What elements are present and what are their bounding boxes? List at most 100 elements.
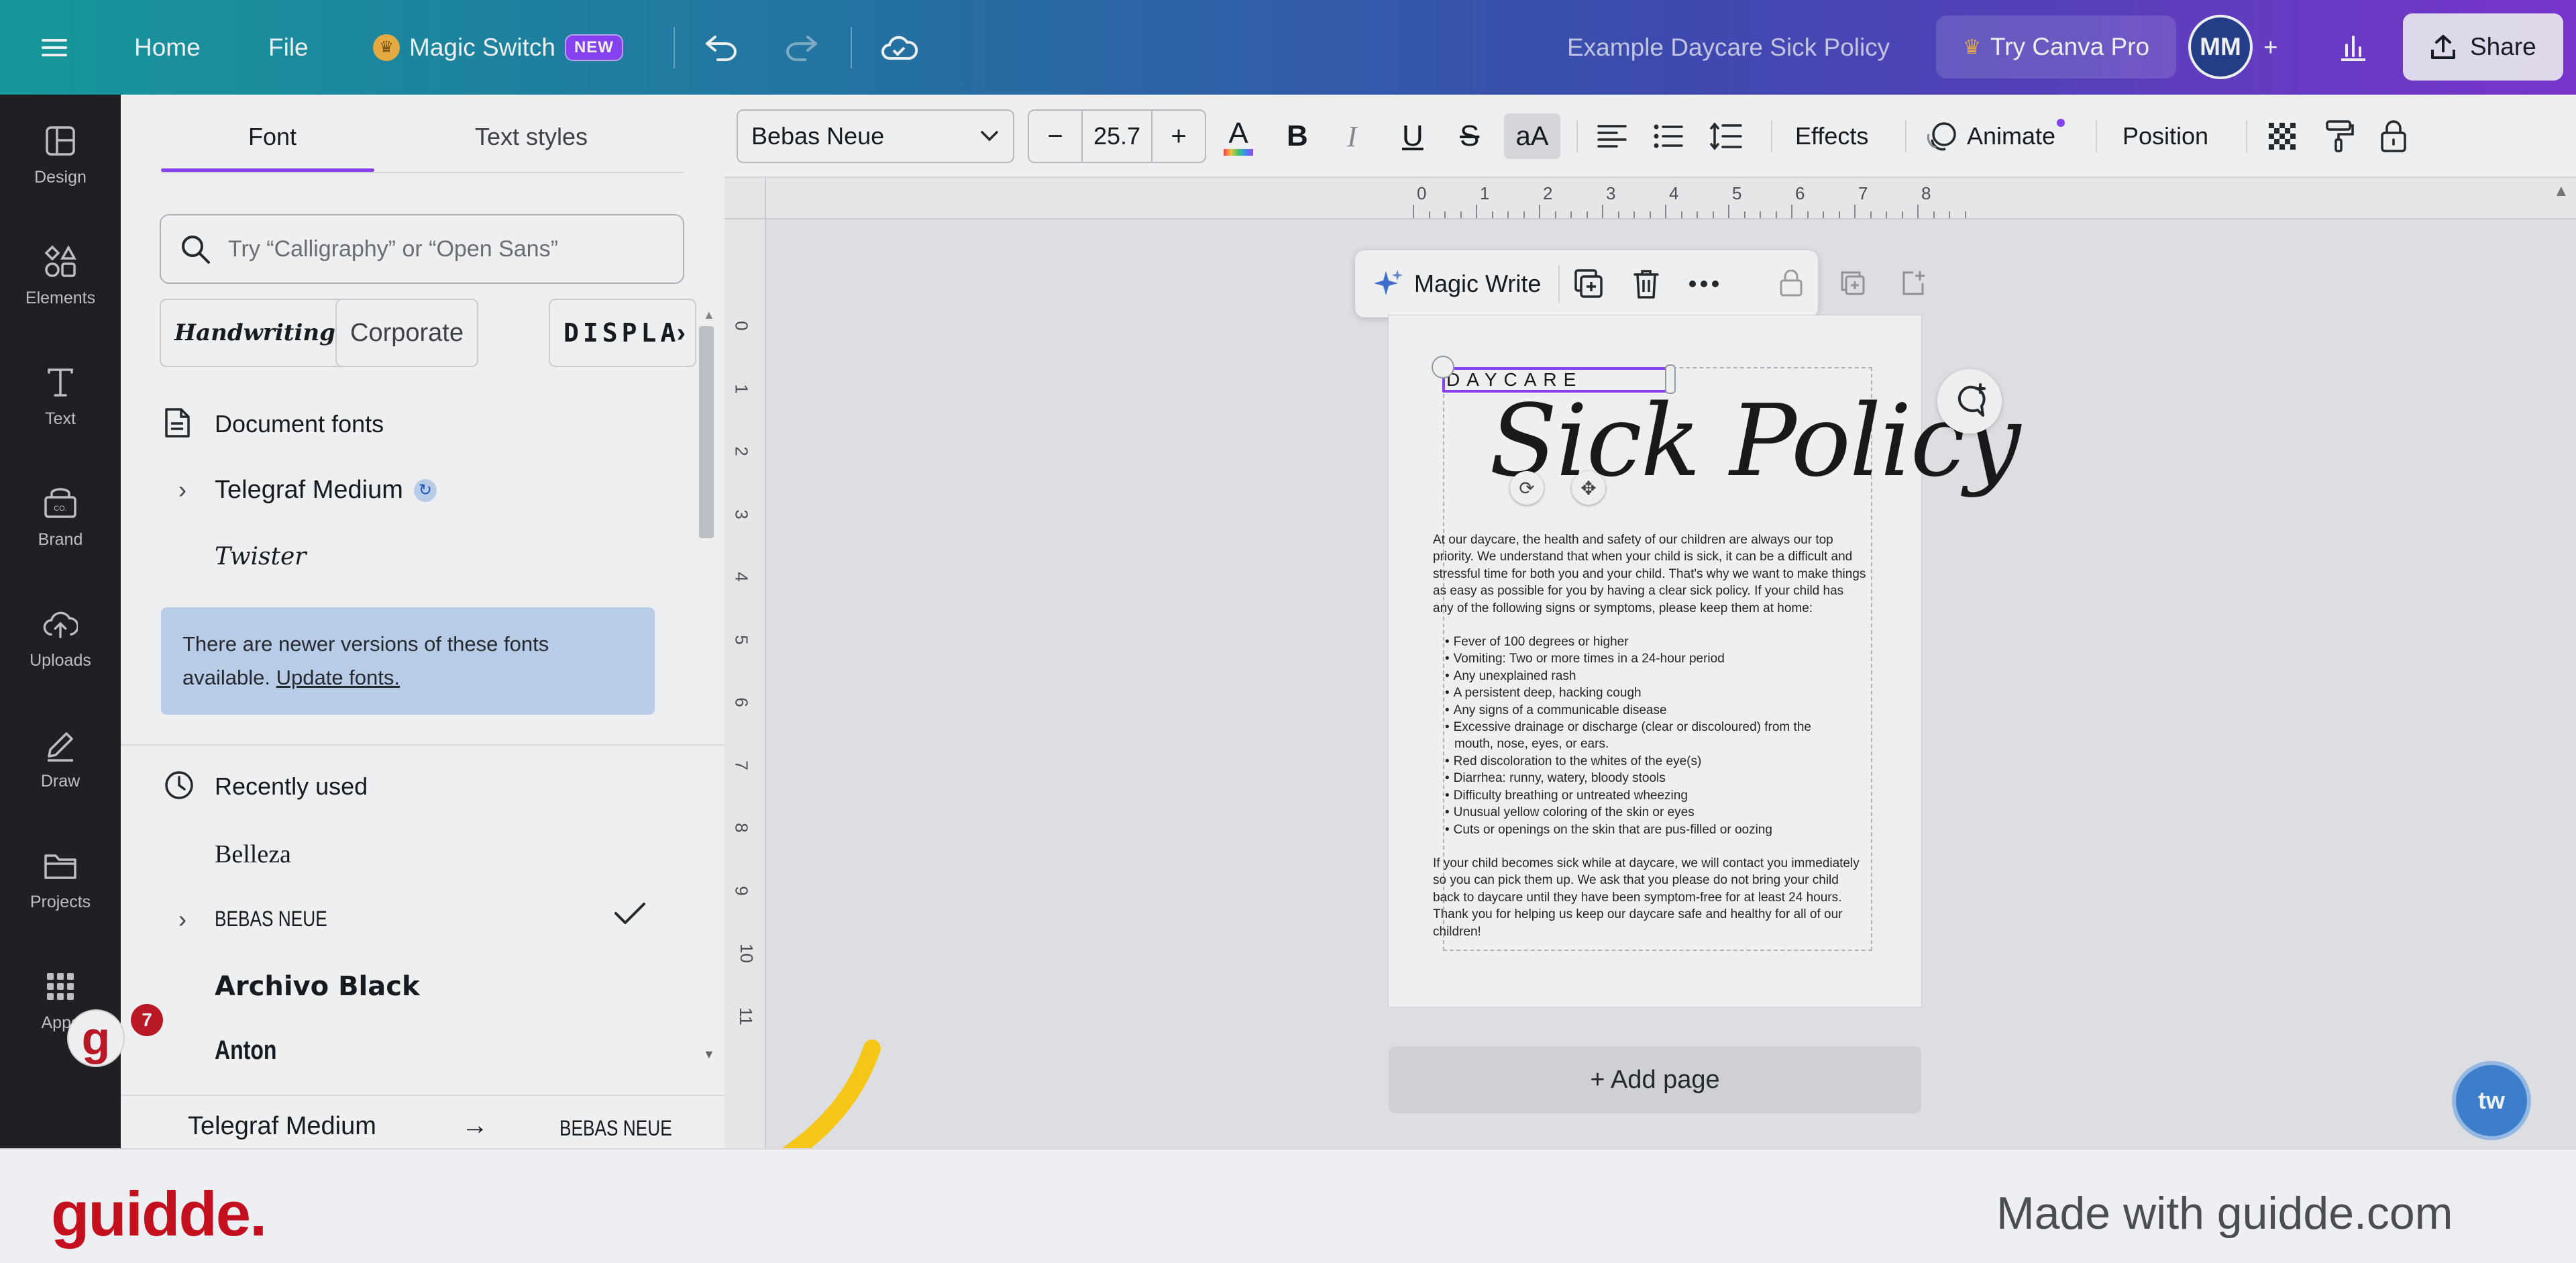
update-fonts-link[interactable]: Update fonts.: [276, 666, 400, 689]
font-item-belleza[interactable]: Belleza: [215, 840, 291, 869]
font-search-input[interactable]: Try “Calligraphy” or “Open Sans”: [160, 214, 684, 284]
decrease-size-button[interactable]: −: [1029, 111, 1081, 162]
chevron-right-icon[interactable]: ›: [178, 476, 186, 504]
list-item: Difficulty breathing or untreated wheezi…: [1445, 787, 1866, 804]
chevron-right-icon[interactable]: ›: [178, 905, 186, 933]
increase-size-button[interactable]: +: [1152, 111, 1205, 162]
rail-label: Projects: [30, 892, 91, 911]
nav-home[interactable]: Home: [134, 0, 201, 95]
chip-display[interactable]: DISPLA ›: [549, 299, 696, 367]
chevron-down-icon: [981, 131, 998, 142]
list-item: Diarrhea: runny, watery, bloody stools: [1445, 770, 1866, 787]
font-item-archivo-black[interactable]: Archivo Black: [215, 971, 420, 1002]
list-item: A persistent deep, hacking cough: [1445, 685, 1866, 701]
ruler-tick: [1665, 205, 1666, 218]
font-item-anton[interactable]: Anton: [215, 1035, 276, 1066]
trash-icon[interactable]: [1617, 268, 1675, 299]
guidde-avatar: g: [67, 1009, 125, 1067]
ruler-label: 3: [731, 509, 752, 519]
case-button[interactable]: aA: [1504, 113, 1560, 159]
chip-handwriting[interactable]: Handwriting: [160, 299, 350, 367]
font-item-telegraf[interactable]: Telegraf Medium ↻: [215, 476, 437, 505]
lock-icon[interactable]: [2380, 95, 2407, 178]
new-badge: NEW: [564, 34, 623, 61]
ruler-label: 2: [1543, 183, 1553, 203]
list-item: Excessive drainage or discharge (clear o…: [1445, 719, 1866, 736]
redo-icon[interactable]: [784, 0, 818, 95]
tab-text-styles[interactable]: Text styles: [475, 123, 588, 151]
avatar[interactable]: MM: [2188, 15, 2253, 79]
share-button[interactable]: Share: [2403, 13, 2563, 81]
folder-icon: [43, 848, 78, 883]
font-size-input[interactable]: 25.7: [1081, 111, 1152, 162]
menu-icon[interactable]: [42, 0, 79, 95]
rail-item-projects[interactable]: Projects: [0, 833, 121, 927]
add-page-button[interactable]: + Add page: [1389, 1046, 1921, 1113]
magic-write-button[interactable]: Magic Write: [1355, 250, 1558, 317]
add-comment-button[interactable]: [1937, 369, 2002, 434]
tab-font[interactable]: Font: [248, 123, 297, 151]
underline-button[interactable]: U: [1402, 95, 1424, 178]
ruler-vertical: 0 1 2 3 4 5 6 7 8 9 10 11: [724, 219, 766, 1148]
rail-item-draw[interactable]: Draw: [0, 712, 121, 806]
panel-scrollbar[interactable]: [699, 326, 714, 538]
divider: [674, 27, 675, 68]
scroll-up-icon[interactable]: ▲: [2553, 182, 2569, 201]
ruler-tick: [1444, 211, 1446, 218]
more-icon[interactable]: [1675, 280, 1733, 288]
chip-display-label: DISPLA: [564, 318, 680, 348]
ruler-tick: [1870, 211, 1872, 218]
duplicate-icon[interactable]: [1560, 268, 1617, 299]
duplicate-page-icon[interactable]: [1839, 270, 1866, 297]
spacing-icon[interactable]: [1709, 95, 1743, 178]
move-icon[interactable]: ✥: [1572, 471, 1605, 505]
ruler-label: 0: [1417, 183, 1427, 203]
ruler-label: 8: [731, 823, 752, 833]
transparency-icon[interactable]: [2267, 95, 2297, 178]
undo-icon[interactable]: [704, 0, 739, 95]
chip-corporate[interactable]: Corporate: [335, 299, 478, 367]
rail-item-text[interactable]: Text: [0, 350, 121, 444]
rotate-icon[interactable]: ⟳: [1510, 471, 1544, 505]
paint-roller-icon[interactable]: [2325, 95, 2355, 178]
list-item: mouth, nose, eyes, or ears.: [1454, 737, 1609, 752]
refresh-icon[interactable]: ↻: [413, 478, 437, 502]
ruler-tick: [1476, 205, 1477, 218]
rail-item-brand[interactable]: CO. Brand: [0, 470, 121, 564]
text-color-button[interactable]: A: [1224, 95, 1253, 178]
try-pro-button[interactable]: ♛ Try Canva Pro: [1936, 15, 2177, 79]
effects-button[interactable]: Effects: [1795, 95, 1868, 178]
position-button[interactable]: Position: [2123, 95, 2208, 178]
chevron-right-icon[interactable]: ›: [677, 318, 686, 348]
rail-label: Brand: [38, 529, 83, 549]
cloud-saved-icon[interactable]: [880, 0, 918, 95]
help-assistant-button[interactable]: tw: [2452, 1061, 2531, 1140]
magic-switch-button[interactable]: ♛ Magic Switch NEW: [373, 0, 623, 95]
font-item-bebas-neue[interactable]: BEBAS NEUE: [215, 907, 327, 931]
bold-button[interactable]: B: [1287, 95, 1308, 178]
rail-item-design[interactable]: Design: [0, 108, 121, 202]
lock-icon[interactable]: [1779, 269, 1806, 297]
strikethrough-button[interactable]: S: [1460, 95, 1479, 178]
list-icon[interactable]: [1653, 95, 1684, 178]
list-item: Any unexplained rash: [1445, 668, 1866, 685]
policy-body[interactable]: At our daycare, the health and safety of…: [1433, 532, 1866, 957]
font-family-dropdown[interactable]: Bebas Neue: [737, 109, 1014, 163]
symptom-list: Fever of 100 degrees or higher Vomiting:…: [1433, 634, 1866, 838]
italic-button[interactable]: I: [1347, 95, 1357, 178]
animate-button[interactable]: Animate: [1925, 95, 2065, 178]
rail-item-uploads[interactable]: Uploads: [0, 591, 121, 685]
resize-handle[interactable]: [1432, 356, 1454, 378]
scroll-up-icon[interactable]: ▲: [703, 308, 715, 322]
insights-icon[interactable]: [2339, 0, 2368, 95]
animate-icon: [1927, 122, 1956, 151]
pen-icon: [43, 727, 78, 762]
rail-item-elements[interactable]: Elements: [0, 229, 121, 323]
align-icon[interactable]: [1597, 95, 1627, 178]
add-page-icon[interactable]: [1900, 270, 1927, 297]
nav-file[interactable]: File: [268, 0, 309, 95]
add-collaborator-icon[interactable]: +: [2263, 0, 2278, 95]
font-item-twister[interactable]: Twister: [215, 543, 307, 570]
document-title[interactable]: Example Daycare Sick Policy: [1567, 0, 1890, 95]
clock-icon: [164, 770, 193, 799]
